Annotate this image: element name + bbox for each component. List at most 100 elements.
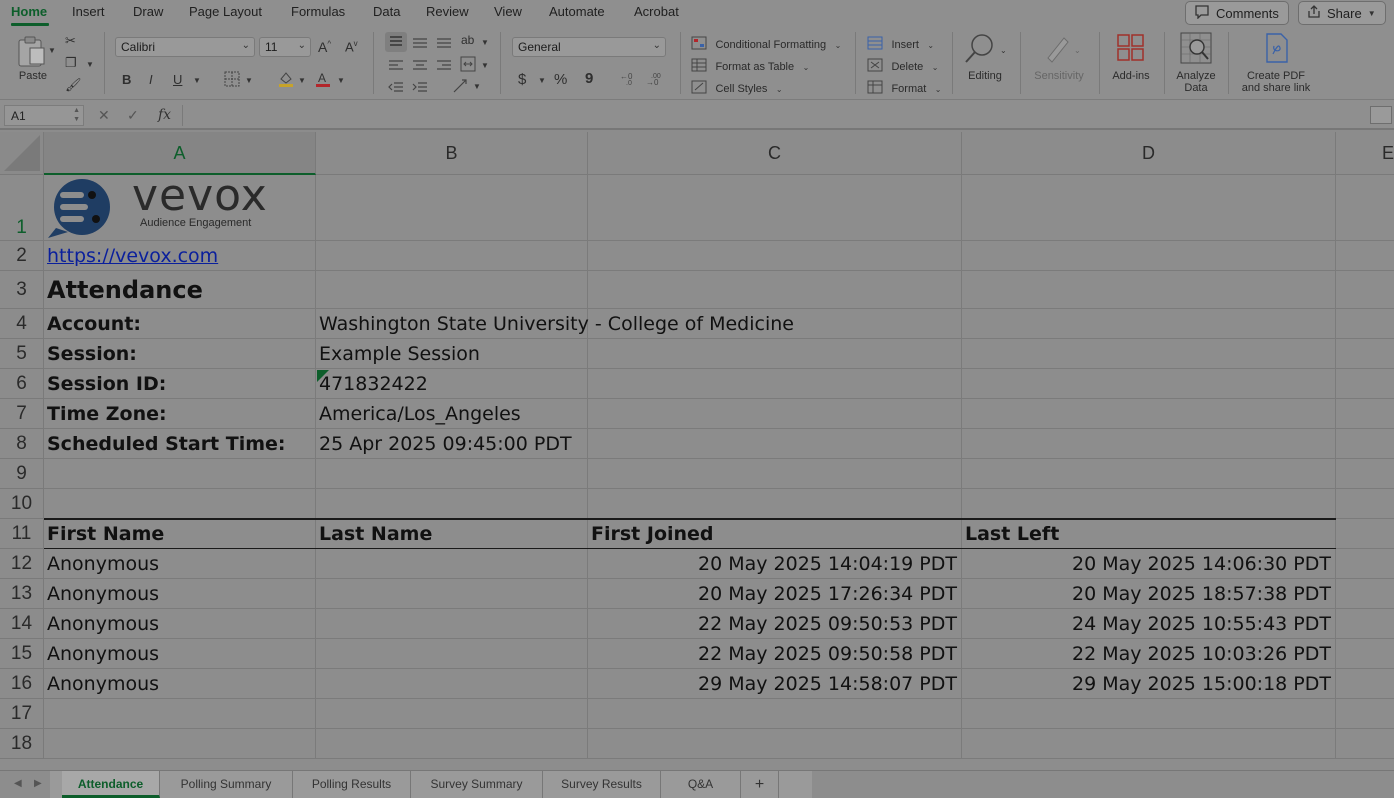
format-cells-button[interactable]: Format ⌄ xyxy=(867,78,941,97)
cell-c12[interactable]: 20 May 2025 14:04:19 PDT xyxy=(588,549,962,579)
tab-view[interactable]: View xyxy=(494,4,522,19)
cell-e2[interactable] xyxy=(1336,241,1394,271)
cell-e18[interactable] xyxy=(1336,729,1394,759)
cell-e4[interactable] xyxy=(1336,309,1394,339)
row-header-2[interactable]: 2 xyxy=(0,241,44,271)
cell-d13[interactable]: 20 May 2025 18:57:38 PDT xyxy=(962,579,1336,609)
row-header-9[interactable]: 9 xyxy=(0,459,44,489)
row-header-14[interactable]: 14 xyxy=(0,609,44,639)
cell-c5[interactable] xyxy=(588,339,962,369)
cell-d10[interactable] xyxy=(962,489,1336,519)
font-size-select[interactable]: 11 ⌄ xyxy=(259,37,311,57)
cell-e3[interactable] xyxy=(1336,271,1394,309)
cell-e1[interactable] xyxy=(1336,175,1394,241)
cell-a17[interactable] xyxy=(44,699,316,729)
orientation-icon[interactable] xyxy=(452,78,470,96)
align-center-icon[interactable] xyxy=(412,58,428,74)
cell-b1[interactable] xyxy=(316,175,588,241)
cell-b5[interactable]: Example Session xyxy=(316,339,588,369)
cell-c8[interactable] xyxy=(588,429,962,459)
tab-review[interactable]: Review xyxy=(426,4,469,19)
tab-page-layout[interactable]: Page Layout xyxy=(189,4,262,19)
currency-button[interactable]: $ xyxy=(518,72,526,87)
column-header-b[interactable]: B xyxy=(316,132,588,175)
cell-d17[interactable] xyxy=(962,699,1336,729)
cell-b11[interactable]: Last Name xyxy=(316,519,588,549)
cell-styles-button[interactable]: Cell Styles ⌄ xyxy=(691,78,783,97)
cell-d15[interactable]: 22 May 2025 10:03:26 PDT xyxy=(962,639,1336,669)
comma-style-button[interactable]: 9 xyxy=(585,71,593,86)
cell-e5[interactable] xyxy=(1336,339,1394,369)
cell-c2[interactable] xyxy=(588,241,962,271)
wrap-text-icon[interactable]: ab xyxy=(461,34,474,46)
row-header-15[interactable]: 15 xyxy=(0,639,44,669)
format-as-table-button[interactable]: Format as Table ⌄ xyxy=(691,56,809,75)
cell-b7[interactable]: America/Los_Angeles xyxy=(316,399,588,429)
cell-d11[interactable]: Last Left xyxy=(962,519,1336,549)
grow-font-icon[interactable]: A^ xyxy=(318,40,331,54)
row-header-5[interactable]: 5 xyxy=(0,339,44,369)
cell-a8[interactable]: Scheduled Start Time: xyxy=(44,429,316,459)
delete-cells-button[interactable]: Delete ⌄ xyxy=(867,56,938,75)
align-middle-icon[interactable] xyxy=(412,36,428,52)
cell-a2[interactable]: https://vevox.com xyxy=(44,241,316,271)
scroll-tabs-left-icon[interactable]: ◀ xyxy=(14,778,22,789)
cell-b4[interactable]: Washington State University - College of… xyxy=(316,309,794,339)
select-all-corner[interactable] xyxy=(0,132,44,175)
row-header-1[interactable]: 1 xyxy=(0,175,44,241)
increase-indent-icon[interactable] xyxy=(412,80,428,96)
cell-d1[interactable] xyxy=(962,175,1336,241)
cell-c9[interactable] xyxy=(588,459,962,489)
cell-e16[interactable] xyxy=(1336,669,1394,699)
cell-c14[interactable]: 22 May 2025 09:50:53 PDT xyxy=(588,609,962,639)
copy-dropdown-icon[interactable]: ▼ xyxy=(86,60,94,69)
cell-c13[interactable]: 20 May 2025 17:26:34 PDT xyxy=(588,579,962,609)
cell-a9[interactable] xyxy=(44,459,316,489)
cell-c7[interactable] xyxy=(588,399,962,429)
name-box[interactable]: A1 ▲ ▼ xyxy=(4,105,84,126)
cell-b3[interactable] xyxy=(316,271,588,309)
enter-icon[interactable]: ✓ xyxy=(127,107,139,124)
cell-b12[interactable] xyxy=(316,549,588,579)
tab-insert[interactable]: Insert xyxy=(72,4,105,19)
row-header-16[interactable]: 16 xyxy=(0,669,44,699)
sheet-tab-polling-summary[interactable]: Polling Summary xyxy=(160,771,293,798)
increase-decimal-icon[interactable]: ←0.0 xyxy=(620,70,638,88)
sheet-tab-qa[interactable]: Q&A xyxy=(661,771,741,798)
cell-c16[interactable]: 29 May 2025 14:58:07 PDT xyxy=(588,669,962,699)
expand-formula-bar-button[interactable] xyxy=(1370,106,1392,124)
cell-c4[interactable] xyxy=(588,309,962,339)
tab-acrobat[interactable]: Acrobat xyxy=(634,4,679,19)
cell-e11[interactable] xyxy=(1336,519,1394,549)
fill-color-icon[interactable] xyxy=(278,70,294,90)
wrap-dropdown-icon[interactable]: ▼ xyxy=(481,38,489,47)
row-header-12[interactable]: 12 xyxy=(0,549,44,579)
cell-c1[interactable] xyxy=(588,175,962,241)
cell-c6[interactable] xyxy=(588,369,962,399)
cell-d8[interactable] xyxy=(962,429,1336,459)
underline-dropdown-icon[interactable]: ▼ xyxy=(193,76,201,85)
cell-b9[interactable] xyxy=(316,459,588,489)
cell-a7[interactable]: Time Zone: xyxy=(44,399,316,429)
cell-d16[interactable]: 29 May 2025 15:00:18 PDT xyxy=(962,669,1336,699)
add-ins-button[interactable]: Add-ins xyxy=(1108,32,1154,92)
row-header-4[interactable]: 4 xyxy=(0,309,44,339)
row-header-17[interactable]: 17 xyxy=(0,699,44,729)
paste-dropdown-icon[interactable]: ▼ xyxy=(48,46,56,55)
align-bottom-icon[interactable] xyxy=(436,36,452,52)
cell-c17[interactable] xyxy=(588,699,962,729)
cell-e8[interactable] xyxy=(1336,429,1394,459)
cell-c18[interactable] xyxy=(588,729,962,759)
row-header-13[interactable]: 13 xyxy=(0,579,44,609)
align-right-icon[interactable] xyxy=(436,58,452,74)
cell-e12[interactable] xyxy=(1336,549,1394,579)
copy-icon[interactable]: ❐ xyxy=(65,56,77,69)
insert-cells-button[interactable]: Insert ⌄ xyxy=(867,34,934,53)
font-color-dropdown-icon[interactable]: ▼ xyxy=(337,76,345,85)
cell-d7[interactable] xyxy=(962,399,1336,429)
formula-input[interactable] xyxy=(182,105,1366,126)
column-header-a[interactable]: A xyxy=(44,132,316,175)
comments-button[interactable]: Comments xyxy=(1185,1,1289,25)
currency-dropdown-icon[interactable]: ▼ xyxy=(538,76,546,85)
cell-c15[interactable]: 22 May 2025 09:50:58 PDT xyxy=(588,639,962,669)
